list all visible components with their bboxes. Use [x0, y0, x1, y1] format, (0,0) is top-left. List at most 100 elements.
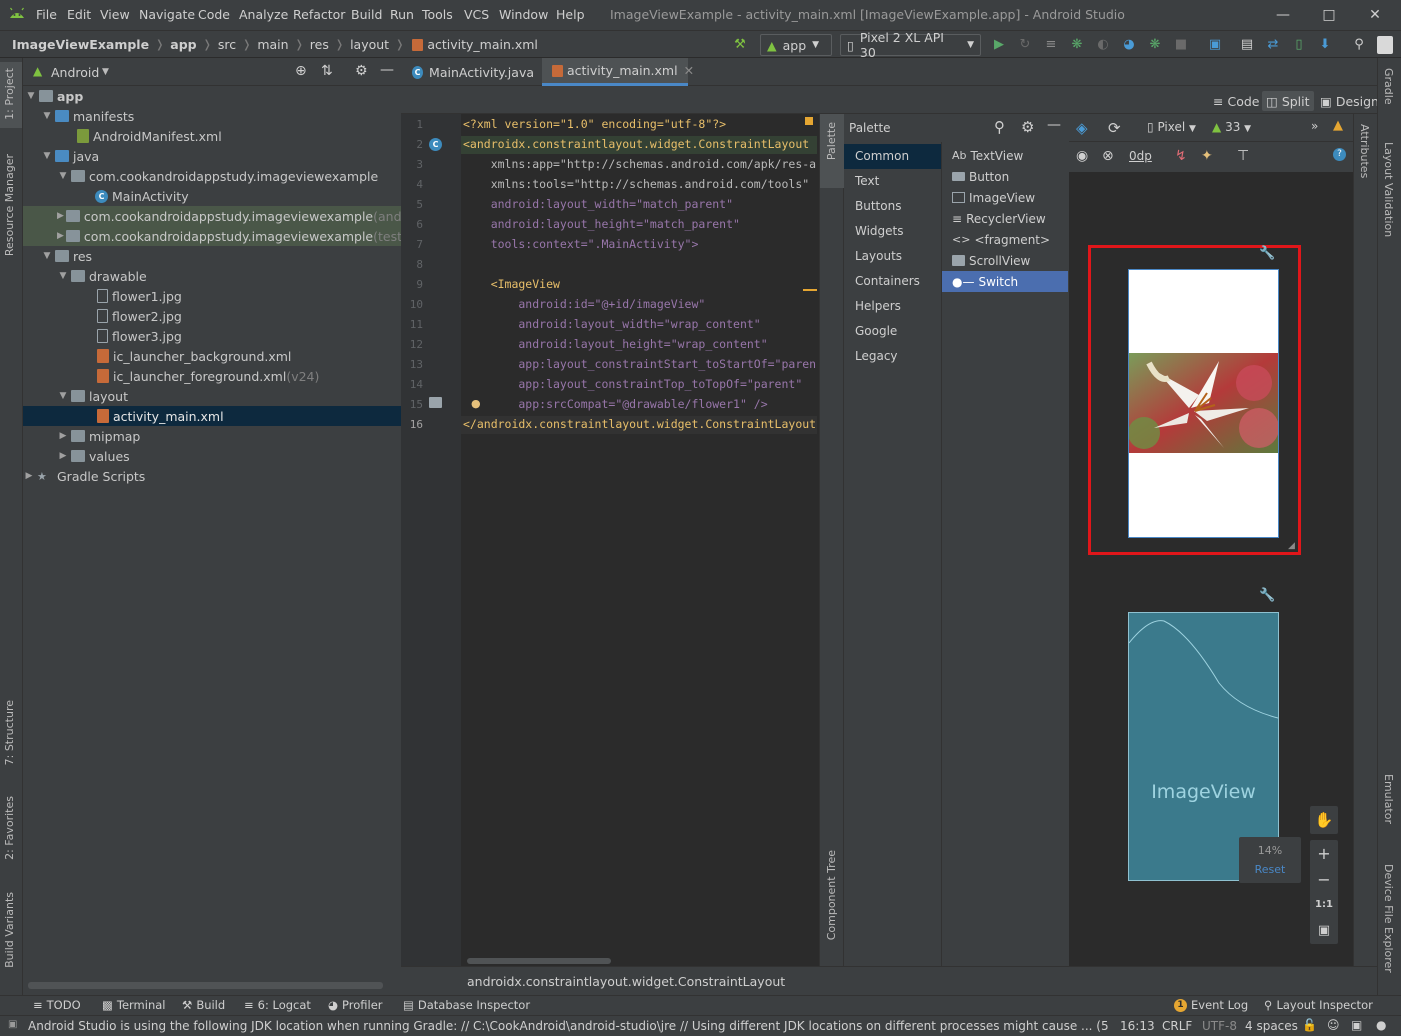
expand-arrow-icon[interactable]: ▶: [57, 431, 69, 441]
tree-item-layout[interactable]: ▼ layout: [23, 386, 401, 406]
expand-arrow-icon[interactable]: ▶: [57, 211, 64, 221]
more-actions-icon[interactable]: »: [1311, 119, 1318, 133]
expand-arrow-icon[interactable]: ▶: [23, 471, 35, 481]
tab-attributes[interactable]: Attributes: [1358, 124, 1371, 178]
expand-arrow-icon[interactable]: ▼: [41, 251, 53, 261]
expand-arrow-icon[interactable]: ▼: [57, 271, 69, 281]
tree-item-package-main[interactable]: ▼ com.cookandroidappstudy.imageviewexamp…: [23, 166, 401, 186]
tree-item-flower2[interactable]: flower2.jpg: [23, 306, 401, 326]
menu-run[interactable]: Run: [390, 7, 414, 22]
zoom-actual-size-button[interactable]: 1:1: [1310, 899, 1338, 910]
help-icon[interactable]: ?: [1333, 148, 1346, 161]
zoom-reset-link[interactable]: Reset: [1239, 863, 1301, 876]
zoom-in-icon[interactable]: +: [1310, 844, 1338, 863]
tree-item-flower3[interactable]: flower3.jpg: [23, 326, 401, 346]
wrench-icon[interactable]: 🔧: [1259, 588, 1275, 603]
palette-item-textview[interactable]: Ab TextView: [942, 145, 1068, 166]
apply-changes-icon[interactable]: ≡: [1042, 36, 1060, 54]
palette-category-common[interactable]: Common: [844, 144, 941, 169]
tab-favorites[interactable]: 2: Favorites: [3, 796, 16, 860]
palette-category-containers[interactable]: Containers: [844, 269, 941, 294]
inspection-icon[interactable]: ☺: [1327, 1018, 1340, 1032]
expand-arrow-icon[interactable]: ▼: [57, 171, 69, 181]
palette-category-legacy[interactable]: Legacy: [844, 344, 941, 369]
breadcrumb-file[interactable]: activity_main.xml: [427, 37, 538, 52]
tab-activity-main[interactable]: activity_main.xml ✕: [542, 58, 694, 86]
tab-palette[interactable]: Palette: [825, 122, 838, 160]
tree-item-java[interactable]: ▼ java: [23, 146, 401, 166]
menu-vcs[interactable]: VCS: [464, 7, 489, 22]
layers-icon[interactable]: ◈: [1076, 119, 1088, 137]
autoconnect-icon[interactable]: ⊗: [1102, 148, 1114, 164]
expand-arrow-icon[interactable]: ▶: [57, 231, 64, 241]
tool-layout-inspector[interactable]: ⚲ Layout Inspector: [1264, 998, 1373, 1012]
tab-emulator[interactable]: Emulator: [1382, 774, 1395, 824]
palette-category-layouts[interactable]: Layouts: [844, 244, 941, 269]
infer-constraints-icon[interactable]: ✦: [1201, 148, 1213, 164]
collapse-all-icon[interactable]: ⇅: [321, 63, 333, 79]
indent-setting[interactable]: 4 spaces: [1245, 1019, 1298, 1033]
tree-item-ic-launcher-foreground[interactable]: ic_launcher_foreground.xml (v24): [23, 366, 401, 386]
run-icon[interactable]: ▶: [990, 36, 1008, 54]
code-mode-button[interactable]: ≡ Code: [1209, 91, 1264, 111]
menu-tools[interactable]: Tools: [422, 7, 453, 22]
api-select[interactable]: ▲ 33 ▼: [1212, 120, 1251, 134]
expand-arrow-icon[interactable]: ▼: [57, 391, 69, 401]
run-config-select[interactable]: ▲ app ▼: [760, 34, 832, 56]
clear-constraints-icon[interactable]: ↯: [1175, 148, 1187, 164]
sdk-manager-icon[interactable]: ⬇: [1316, 36, 1334, 54]
menu-navigate[interactable]: Navigate: [139, 7, 195, 22]
design-mode-button[interactable]: ▣ Design: [1316, 91, 1383, 111]
hide-panel-icon[interactable]: —: [1047, 117, 1061, 133]
close-tab-icon[interactable]: ✕: [684, 63, 694, 78]
tree-item-ic-launcher-background[interactable]: ic_launcher_background.xml: [23, 346, 401, 366]
status-toggle-icon[interactable]: ▣: [8, 1019, 17, 1030]
notifications-icon[interactable]: ▣: [1351, 1018, 1362, 1032]
design-surface[interactable]: ◈ ⟳ ▯ Pixel ▼ ▲ 33 ▼ » ▲ ◉ ⊗ 0dp ↯ ✦ ⊤ ?…: [1069, 114, 1353, 966]
gradle-sync-icon[interactable]: ⇄: [1264, 36, 1282, 54]
chevron-down-icon[interactable]: ▼: [102, 67, 109, 77]
breadcrumb-src[interactable]: src: [218, 37, 236, 52]
tab-structure[interactable]: 7: Structure: [3, 700, 16, 765]
search-icon[interactable]: ⚲: [994, 118, 1005, 136]
tree-item-manifests[interactable]: ▼ manifests: [23, 106, 401, 126]
code-editor[interactable]: 1 2 3 4 5 6 7 8 9 10 11 12 13 14 15 16 C…: [401, 114, 819, 966]
tool-database-inspector[interactable]: ▤ Database Inspector: [403, 998, 530, 1012]
flower-image[interactable]: [1129, 353, 1278, 453]
palette-item-imageview[interactable]: ImageView: [942, 187, 1068, 208]
attach-debugger-icon[interactable]: ❋: [1146, 36, 1164, 54]
status-message[interactable]: Android Studio is using the following JD…: [28, 1019, 1108, 1033]
breadcrumb-res[interactable]: res: [310, 37, 329, 52]
warning-stripe[interactable]: [803, 289, 817, 291]
guidelines-icon[interactable]: ⊤: [1237, 148, 1249, 164]
expand-arrow-icon[interactable]: ▶: [57, 451, 69, 461]
line-separator[interactable]: CRLF: [1162, 1019, 1192, 1033]
avd-manager-icon[interactable]: ▯: [1290, 36, 1308, 54]
expand-arrow-icon[interactable]: ▼: [25, 91, 37, 101]
tree-item-flower1[interactable]: flower1.jpg: [23, 286, 401, 306]
palette-item-scrollview[interactable]: ScrollView: [942, 250, 1068, 271]
tab-gradle[interactable]: Gradle: [1382, 68, 1395, 105]
palette-category-widgets[interactable]: Widgets: [844, 219, 941, 244]
file-encoding[interactable]: UTF-8: [1202, 1019, 1237, 1033]
tree-item-main-activity[interactable]: C MainActivity: [23, 186, 401, 206]
tool-event-log[interactable]: 1 Event Log: [1174, 998, 1248, 1012]
hammer-icon[interactable]: ⚒: [731, 36, 749, 54]
tree-item-values[interactable]: ▶ values: [23, 446, 401, 466]
breadcrumb-project[interactable]: ImageViewExample: [12, 37, 149, 52]
class-gutter-icon[interactable]: C: [429, 138, 442, 151]
tag-path[interactable]: androidx.constraintlayout.widget.Constra…: [467, 974, 785, 989]
palette-item-button[interactable]: Button: [942, 166, 1068, 187]
search-icon[interactable]: ⚲: [1350, 36, 1368, 54]
minimize-icon[interactable]: —: [1263, 4, 1303, 26]
warning-icon[interactable]: ▲: [1333, 118, 1343, 133]
palette-category-helpers[interactable]: Helpers: [844, 294, 941, 319]
menu-build[interactable]: Build: [351, 7, 382, 22]
palette-item-fragment[interactable]: <> <fragment>: [942, 229, 1068, 250]
zoom-to-fit-icon[interactable]: ▣: [1310, 923, 1338, 938]
close-icon[interactable]: ✕: [1355, 4, 1395, 26]
menu-analyze[interactable]: Analyze: [239, 7, 288, 22]
tab-resource-manager[interactable]: Resource Manager: [3, 154, 16, 256]
memory-indicator-icon[interactable]: ●: [1376, 1018, 1386, 1032]
gear-icon[interactable]: ⚙: [355, 63, 368, 79]
